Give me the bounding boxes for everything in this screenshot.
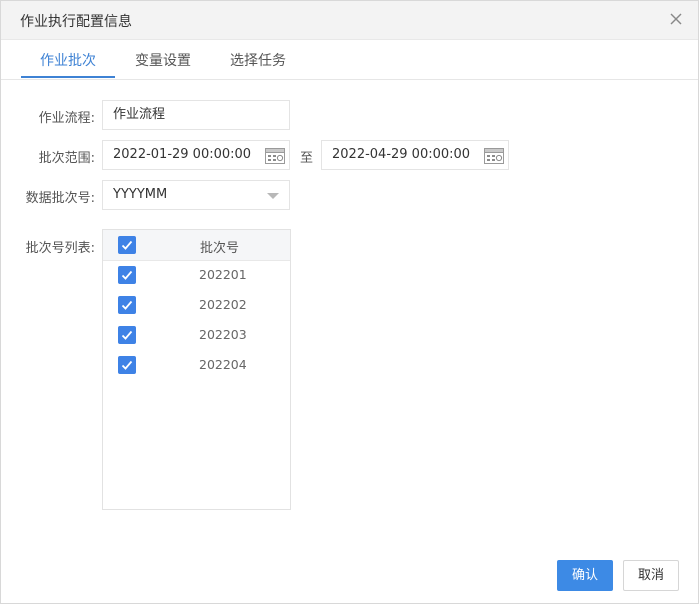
batch-number: 202201 xyxy=(199,267,247,282)
batch-number: 202203 xyxy=(199,327,247,342)
dialog-titlebar: 作业执行配置信息 xyxy=(1,1,698,40)
batch-end-value: 2022-04-29 00:00:00 xyxy=(332,147,471,162)
data-batch-value: YYYYMM xyxy=(113,187,168,202)
table-row[interactable]: 202202 xyxy=(103,290,290,320)
batch-number: 202202 xyxy=(199,297,247,312)
confirm-button[interactable]: 确认 xyxy=(557,560,613,591)
batch-start-field[interactable]: 2022-01-29 00:00:00 xyxy=(102,140,290,170)
table-row[interactable]: 202203 xyxy=(103,320,290,350)
tab-bar: 作业批次 变量设置 选择任务 xyxy=(1,39,698,80)
batch-list-label: 批次号列表: xyxy=(25,241,95,256)
dialog-title: 作业执行配置信息 xyxy=(20,14,132,30)
workflow-field[interactable]: 作业流程 xyxy=(102,100,290,130)
table-row[interactable]: 202204 xyxy=(103,350,290,380)
calendar-icon[interactable] xyxy=(265,147,285,164)
calendar-icon[interactable] xyxy=(484,147,504,164)
config-dialog: 作业执行配置信息 作业批次 变量设置 选择任务 作业流程: 作业流程 批次范围:… xyxy=(0,0,699,604)
active-tab-indicator xyxy=(21,76,115,78)
batch-column-header: 批次号 xyxy=(200,241,240,256)
row-checkbox[interactable] xyxy=(118,266,136,284)
row-checkbox[interactable] xyxy=(118,326,136,344)
range-separator: 至 xyxy=(300,151,314,166)
workflow-label: 作业流程: xyxy=(38,111,95,126)
tab-select-task[interactable]: 选择任务 xyxy=(230,50,286,70)
tab-variables[interactable]: 变量设置 xyxy=(135,50,191,70)
data-batch-select[interactable]: YYYYMM xyxy=(102,180,290,210)
row-checkbox[interactable] xyxy=(118,296,136,314)
select-all-checkbox[interactable] xyxy=(118,236,136,254)
batch-number: 202204 xyxy=(199,357,247,372)
tab-batch[interactable]: 作业批次 xyxy=(40,50,96,70)
batch-end-field[interactable]: 2022-04-29 00:00:00 xyxy=(321,140,509,170)
batch-range-label: 批次范围: xyxy=(38,151,95,166)
close-icon[interactable] xyxy=(668,11,684,27)
batch-list-header: 批次号 xyxy=(103,230,290,261)
chevron-down-icon xyxy=(267,193,279,199)
data-batch-label: 数据批次号: xyxy=(25,191,95,206)
batch-list: 批次号 202201 202202 202203 202204 xyxy=(102,229,291,510)
table-row[interactable]: 202201 xyxy=(103,260,290,290)
batch-start-value: 2022-01-29 00:00:00 xyxy=(113,147,252,162)
row-checkbox[interactable] xyxy=(118,356,136,374)
cancel-button[interactable]: 取消 xyxy=(623,560,679,591)
